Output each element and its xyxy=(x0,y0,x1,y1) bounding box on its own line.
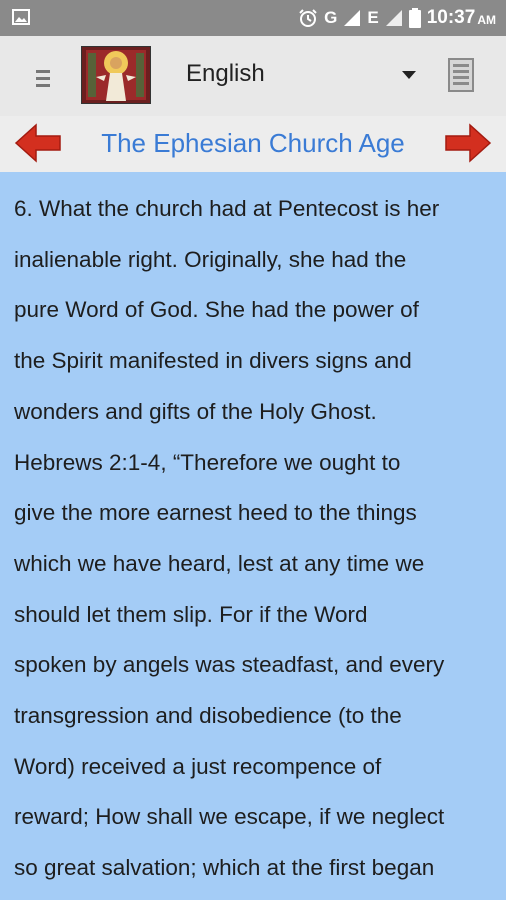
chapter-nav-bar: The Ephesian Church Age xyxy=(0,116,506,173)
dropdown-caret-icon xyxy=(402,71,416,79)
signal-icon-2 xyxy=(385,10,402,26)
chapter-content[interactable]: 6. What the church had at Pentecost is h… xyxy=(0,172,506,900)
text-line: inalienable right. Originally, she had t… xyxy=(14,246,407,272)
clock-ampm: AM xyxy=(477,13,496,27)
text-line: should let them slip. For if the Word xyxy=(14,601,368,627)
chapter-list-icon[interactable] xyxy=(448,58,474,92)
status-right: G E 10:37 AM xyxy=(298,0,496,36)
clock-time: 10:37 xyxy=(426,7,476,28)
jesus-artwork-image xyxy=(82,47,150,103)
alarm-icon xyxy=(299,9,317,27)
text-line: Word) received a just recompence of xyxy=(14,753,382,779)
chapter-title: The Ephesian Church Age xyxy=(101,128,405,158)
text-line: reward; How shall we escape, if we negle… xyxy=(14,804,445,830)
text-line: so great salvation; which at the first b… xyxy=(14,855,435,881)
app-logo-thumbnail xyxy=(81,46,151,104)
network-type-label-2: E xyxy=(367,8,379,27)
text-line: 6. What the church had at Pentecost is h… xyxy=(14,196,440,221)
gallery-notification-icon xyxy=(12,9,30,25)
text-line: the Spirit manifested in divers signs an… xyxy=(14,348,412,374)
signal-icon xyxy=(344,10,361,26)
menu-icon[interactable] xyxy=(36,70,50,88)
text-line: give the more earnest heed to the things xyxy=(14,500,417,526)
language-selected-value: English xyxy=(186,60,265,87)
app-bar: English xyxy=(0,36,506,117)
text-line: which we have heard, lest at any time we xyxy=(14,550,425,576)
network-type-label: G xyxy=(324,8,338,27)
text-line: pure Word of God. She had the power of xyxy=(14,297,419,323)
battery-icon xyxy=(408,8,421,28)
chapter-body-text: 6. What the church had at Pentecost is h… xyxy=(0,172,490,894)
status-bar: G E 10:37 AM xyxy=(0,0,506,36)
next-chapter-arrow-icon[interactable] xyxy=(444,122,492,164)
text-line: transgression and disobedience (to the xyxy=(14,703,402,729)
language-dropdown[interactable]: English xyxy=(186,56,422,94)
text-line: wonders and gifts of the Holy Ghost. xyxy=(14,398,377,424)
text-line: spoken by angels was steadfast, and ever… xyxy=(14,652,445,678)
text-line: Hebrews 2:1-4, “Therefore we ought to xyxy=(14,449,401,475)
previous-chapter-arrow-icon[interactable] xyxy=(14,122,62,164)
